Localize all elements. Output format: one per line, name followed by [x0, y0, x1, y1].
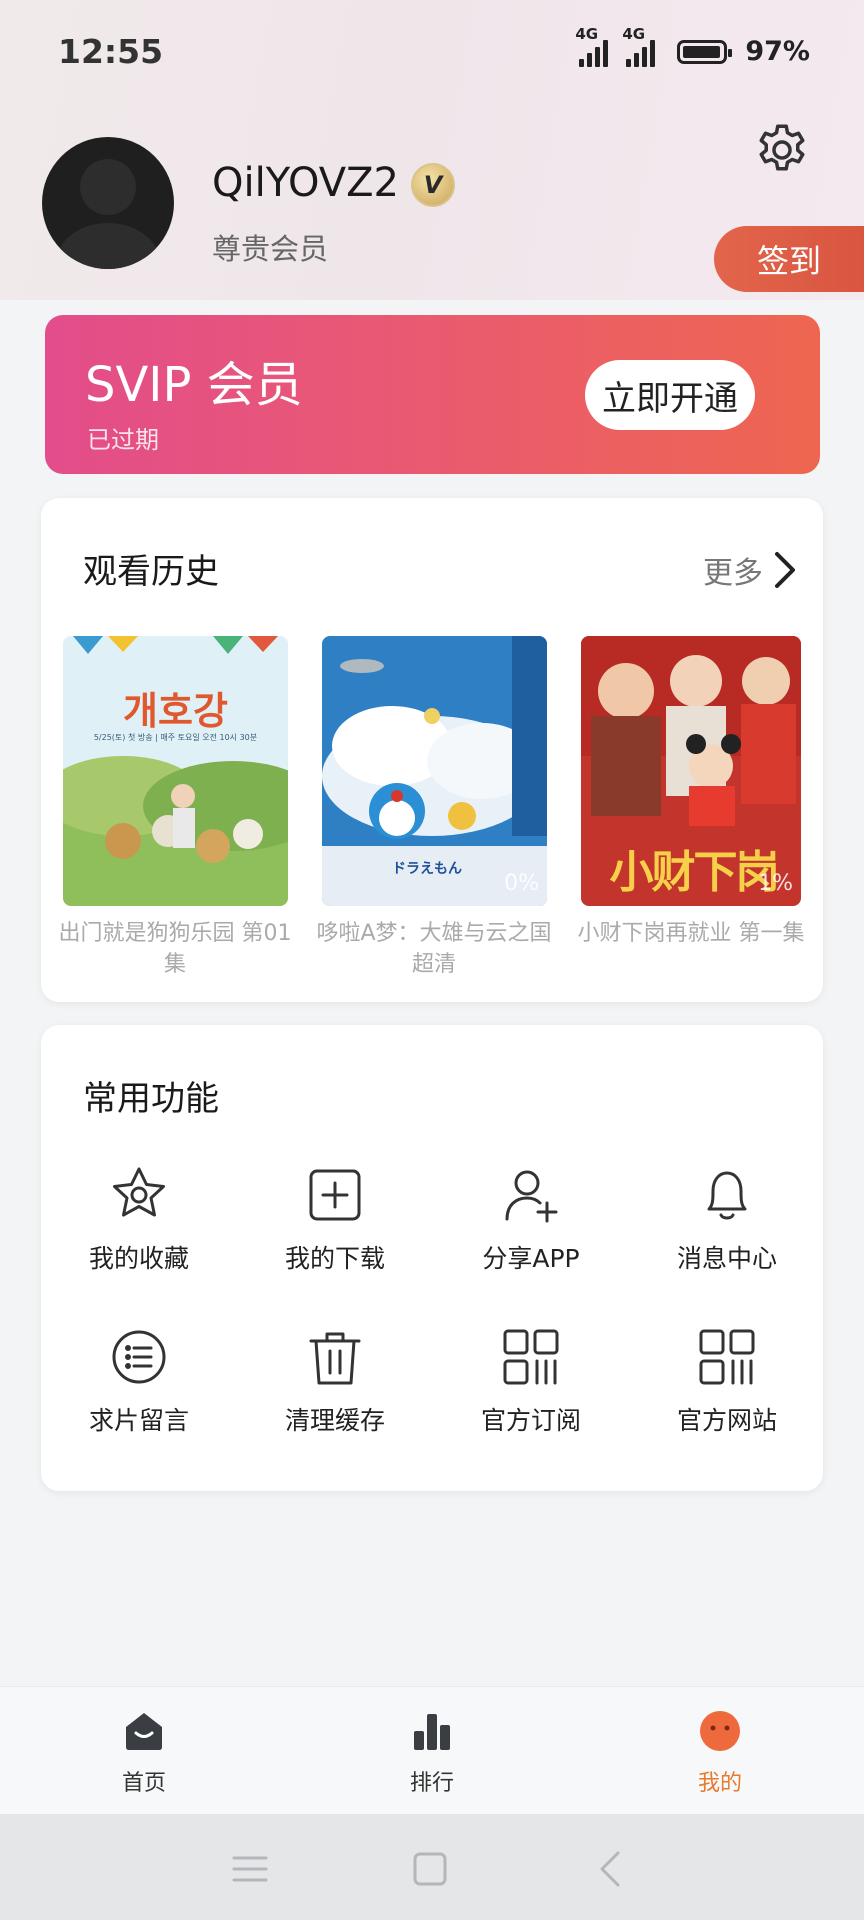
tab-mine[interactable]: 我的	[660, 1709, 780, 1797]
func-website[interactable]: 官方网站	[629, 1325, 825, 1437]
poster-title: ドラえもん	[392, 861, 462, 877]
history-caption: 小财下岗再就业 第一集	[577, 921, 805, 946]
func-label: 我的下载	[284, 1244, 385, 1273]
status-time: 12:55	[58, 32, 164, 71]
history-caption: 出门就是狗狗乐园 第01集	[58, 921, 292, 977]
func-downloads[interactable]: 我的下载	[237, 1163, 433, 1275]
bar-chart-icon	[414, 1714, 450, 1750]
func-label: 求片留言	[88, 1406, 189, 1435]
grid-icon	[699, 1329, 755, 1385]
progress-label: 0%	[504, 871, 539, 896]
functions-card: 常用功能 我的收藏 我的下载 分享APP 消息中心 求片留言 清理缓存 官方订阅…	[41, 1025, 823, 1491]
sign-in-button[interactable]: 签到	[714, 226, 864, 292]
poster-image	[63, 636, 288, 906]
gear-icon[interactable]	[752, 120, 812, 180]
trash-icon	[309, 1332, 361, 1385]
chevron-right-icon	[775, 552, 795, 588]
bell-icon	[707, 1171, 747, 1220]
more-label: 更多	[703, 556, 763, 591]
func-share-app[interactable]: 分享APP	[433, 1163, 629, 1275]
func-subscribe[interactable]: 官方订阅	[433, 1325, 629, 1437]
bottom-tab-bar: 首页 排行 我的	[0, 1686, 864, 1815]
activate-button[interactable]: 立即开通	[585, 360, 755, 430]
tab-home[interactable]: 首页	[84, 1709, 204, 1797]
network-type-label: 4G	[622, 24, 646, 43]
more-link[interactable]: 更多	[703, 548, 799, 592]
status-icons: 4G 4G 97%	[575, 25, 810, 68]
home-icon	[126, 1713, 162, 1750]
func-label: 官方订阅	[480, 1406, 581, 1435]
member-level: 尊贵会员	[212, 232, 329, 266]
tab-ranking[interactable]: 排行	[372, 1709, 492, 1797]
func-label: 官方网站	[676, 1406, 777, 1435]
func-label: 分享APP	[482, 1244, 580, 1273]
menu-icon[interactable]	[220, 1844, 280, 1894]
avatar[interactable]	[42, 137, 174, 269]
progress-label: 1%	[758, 871, 793, 896]
vip-badge-icon: V	[411, 163, 455, 207]
tab-label: 首页	[121, 1771, 166, 1796]
func-label: 清理缓存	[284, 1406, 385, 1435]
face-icon	[700, 1711, 740, 1751]
functions-title: 常用功能	[83, 1079, 219, 1119]
home-square-icon[interactable]	[400, 1844, 460, 1894]
grid-icon	[503, 1329, 559, 1385]
func-label: 消息中心	[676, 1244, 777, 1273]
poster-title: 개호강	[123, 689, 228, 733]
status-bar: 12:55 4G 4G 97%	[0, 0, 864, 104]
func-messages[interactable]: 消息中心	[629, 1163, 825, 1275]
func-clear-cache[interactable]: 清理缓存	[237, 1325, 433, 1437]
history-title: 观看历史	[83, 552, 219, 592]
history-caption: 哆啦A梦：大雄与云之国 超清	[316, 921, 552, 977]
history-poster[interactable]: 개호강 5/25(토) 첫 방송 | 매주 토요일 오전 10시 30분	[63, 636, 288, 906]
svip-title: SVIP 会员	[85, 357, 303, 413]
signal-icon: 4G	[575, 25, 609, 67]
network-type-label: 4G	[575, 24, 599, 43]
func-favorites[interactable]: 我的收藏	[41, 1163, 237, 1275]
tab-label: 排行	[409, 1771, 454, 1796]
back-icon[interactable]	[580, 1844, 640, 1894]
battery-icon	[677, 39, 733, 64]
username: QilYOVZ2	[212, 160, 399, 206]
list-icon	[112, 1330, 166, 1384]
svip-status: 已过期	[87, 426, 159, 454]
history-card: 观看历史 更多 개호강 5/25(토) 첫 방송 | 매주 토요일 오전 10시…	[41, 498, 823, 1002]
system-nav-bar	[0, 1814, 864, 1920]
download-icon	[309, 1169, 361, 1221]
svip-banner[interactable]: SVIP 会员 已过期 立即开通	[45, 315, 820, 474]
func-label: 我的收藏	[88, 1244, 189, 1273]
history-poster[interactable]: ドラえもん 0%	[322, 636, 547, 906]
func-request[interactable]: 求片留言	[41, 1325, 237, 1437]
poster-subtitle: 5/25(토) 첫 방송 | 매주 토요일 오전 10시 30분	[93, 733, 258, 742]
star-icon	[113, 1167, 165, 1217]
user-add-icon	[505, 1170, 558, 1223]
tab-label: 我的	[697, 1771, 742, 1796]
signal-icon: 4G	[622, 25, 656, 67]
battery-percent: 97%	[745, 36, 810, 67]
history-poster[interactable]: 小财下岗 1%	[581, 636, 801, 906]
